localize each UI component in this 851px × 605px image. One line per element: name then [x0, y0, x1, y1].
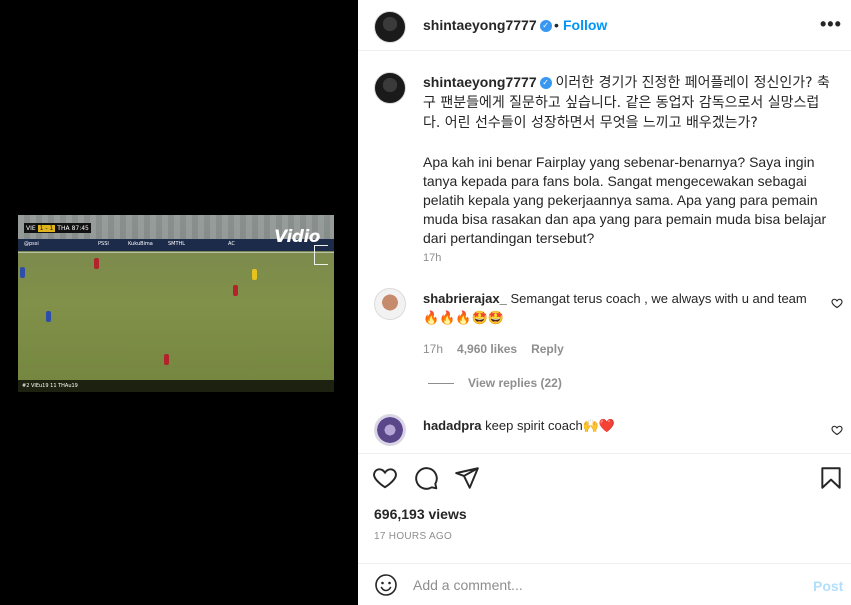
- divider-line: [428, 382, 454, 384]
- avatar[interactable]: [374, 414, 406, 446]
- comment-username[interactable]: hadadpra: [423, 418, 482, 433]
- pitch-line: [18, 252, 334, 253]
- follow-button[interactable]: Follow: [563, 17, 607, 33]
- vidio-logo: Vidio: [274, 227, 320, 247]
- ad-text: KukuBima: [128, 241, 153, 247]
- avatar[interactable]: [374, 72, 406, 104]
- player: [164, 354, 169, 365]
- post-button[interactable]: Post: [813, 578, 843, 594]
- post-header: shintaeyong7777 ✓ • Follow •••: [358, 0, 851, 51]
- post-timestamp: 17 HOURS AGO: [374, 531, 453, 542]
- ad-text: PSSI: [98, 241, 109, 247]
- comment-time[interactable]: 17h: [423, 342, 443, 356]
- header-username[interactable]: shintaeyong7777 ✓: [423, 17, 552, 33]
- reply-button[interactable]: Reply: [531, 342, 564, 356]
- video-player[interactable]: @pssi PSSI KukuBima SMTHL AC VIE 1 - 1 T…: [18, 215, 334, 392]
- comment-username[interactable]: shabrierajax_: [423, 291, 507, 306]
- home-team: VIE: [26, 224, 36, 232]
- avatar[interactable]: [374, 288, 406, 320]
- share-icon[interactable]: [454, 465, 480, 491]
- heart-icon[interactable]: [831, 297, 843, 309]
- player: [46, 311, 51, 322]
- view-replies-button[interactable]: View replies (22): [428, 376, 562, 390]
- caption-indonesian: Apa kah ini benar Fairplay yang sebenar-…: [423, 154, 827, 246]
- scoreboard: VIE 1 - 1 THA 87:45: [24, 223, 91, 233]
- verified-badge-icon: ✓: [539, 20, 552, 33]
- bookmark-icon[interactable]: [818, 465, 844, 491]
- video-caption: #2 VIEu19 11 THAu19: [18, 380, 334, 392]
- comment-meta: 17h 4,960 likes Reply: [423, 342, 564, 356]
- comment-text: shabrierajax_ Semangat terus coach , we …: [423, 289, 823, 327]
- comment-form: Post: [358, 563, 851, 605]
- view-replies-label[interactable]: View replies (22): [468, 376, 562, 390]
- heart-icon[interactable]: [831, 424, 843, 436]
- away-team: THA: [57, 224, 70, 232]
- ad-text: AC: [228, 241, 235, 247]
- verified-badge-icon: ✓: [539, 77, 552, 90]
- media-area: @pssi PSSI KukuBima SMTHL AC VIE 1 - 1 T…: [0, 0, 358, 605]
- ad-text: SMTHL: [168, 241, 186, 247]
- player: [252, 269, 257, 280]
- goal-net: [314, 245, 328, 265]
- action-bar: [358, 453, 851, 499]
- username-text[interactable]: shintaeyong7777: [423, 17, 537, 33]
- caption-text: shintaeyong7777 ✓ 이러한 경기가 진정한 페어플레이 정신인가?…: [423, 73, 833, 248]
- comment-likes[interactable]: 4,960 likes: [457, 342, 517, 356]
- view-count[interactable]: 696,193 views: [374, 506, 467, 522]
- player: [20, 267, 25, 278]
- caption-username[interactable]: shintaeyong7777: [423, 74, 537, 90]
- avatar[interactable]: [374, 11, 406, 43]
- comment-input[interactable]: [413, 575, 773, 595]
- comment-text: hadadpra keep spirit coach🙌❤️: [423, 416, 823, 435]
- more-icon[interactable]: •••: [820, 14, 842, 35]
- player: [233, 285, 238, 296]
- caption-timestamp[interactable]: 17h: [423, 252, 441, 264]
- heart-icon[interactable]: [372, 465, 398, 491]
- smiley-icon[interactable]: [374, 573, 398, 597]
- score: 1 - 1: [37, 224, 56, 232]
- post-panel: shintaeyong7777 ✓ • Follow ••• shintaeyon…: [358, 0, 851, 605]
- comment-body: keep spirit coach🙌❤️: [485, 418, 616, 433]
- ad-text: @pssi: [24, 241, 39, 247]
- separator-dot: •: [554, 17, 559, 33]
- match-clock: 87:45: [71, 224, 89, 232]
- comment-icon[interactable]: [413, 465, 439, 491]
- player: [94, 258, 99, 269]
